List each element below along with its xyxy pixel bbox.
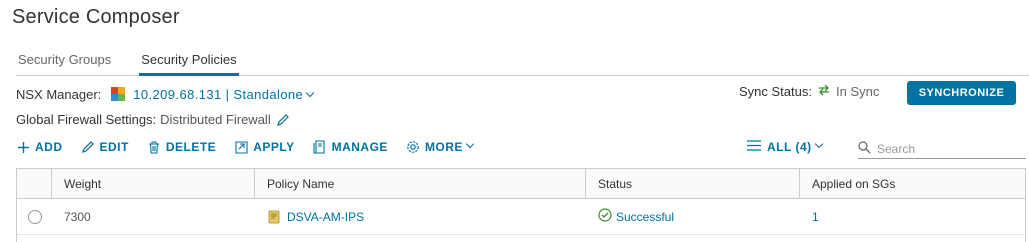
status-cell: Successful <box>586 199 800 234</box>
trash-icon <box>147 140 161 154</box>
add-button[interactable]: ADD <box>16 140 63 154</box>
delete-label: DELETE <box>165 140 217 154</box>
policy-icon <box>267 210 281 224</box>
search-icon <box>858 140 871 157</box>
status-text: Successful <box>616 209 675 224</box>
policy-name-cell: DSVA-AM-IPS <box>255 199 586 234</box>
toolbar: ADD EDIT DELETE APPLY MANAGE MORE <box>16 139 491 154</box>
policies-table: Weight Policy Name Status Applied on SGs… <box>16 168 1026 242</box>
gear-icon <box>406 140 420 154</box>
applied-on-sgs-cell: 1 <box>800 199 1025 234</box>
chevron-down-icon <box>465 139 475 149</box>
page-title: Service Composer <box>12 6 180 28</box>
column-header-weight[interactable]: Weight <box>52 169 255 198</box>
apply-label: APPLY <box>253 140 295 154</box>
applied-on-sgs-link[interactable]: 1 <box>812 210 819 224</box>
manage-button[interactable]: MANAGE <box>313 140 388 154</box>
firewall-settings-label: Global Firewall Settings: <box>16 112 157 127</box>
column-header-policy-name[interactable]: Policy Name <box>255 169 586 198</box>
edit-label: EDIT <box>99 140 129 154</box>
nsx-manager-label: NSX Manager: <box>16 86 102 102</box>
tab-security-groups[interactable]: Security Groups <box>16 46 113 76</box>
more-button[interactable]: MORE <box>406 139 475 154</box>
more-label: MORE <box>424 140 463 154</box>
chevron-down-icon <box>814 139 823 149</box>
row-radio[interactable] <box>27 209 42 224</box>
filter-label: ALL (4) <box>767 140 812 154</box>
apply-icon <box>234 140 248 154</box>
search-box <box>858 139 1026 159</box>
table-header: Weight Policy Name Status Applied on SGs <box>17 169 1025 199</box>
check-circle-icon <box>598 208 612 225</box>
firewall-settings-value: Distributed Firewall <box>160 112 271 127</box>
table-row[interactable]: 7300 DSVA-AM-IPS Successful 1 <box>17 199 1025 235</box>
add-label: ADD <box>35 140 63 154</box>
delete-button[interactable]: DELETE <box>147 140 216 154</box>
sync-icon <box>818 84 830 99</box>
plus-icon <box>16 140 30 154</box>
column-header-applied-on-sgs[interactable]: Applied on SGs <box>800 169 1025 198</box>
nsx-manager-dropdown[interactable]: 10.209.68.131 | Standalone <box>133 86 315 102</box>
search-input[interactable] <box>877 141 1017 156</box>
pencil-icon <box>81 140 95 154</box>
manage-icon <box>313 140 327 154</box>
edit-button[interactable]: EDIT <box>81 140 129 154</box>
policy-name-link[interactable]: DSVA-AM-IPS <box>287 210 364 224</box>
select-column-header <box>17 169 52 198</box>
manage-label: MANAGE <box>331 140 388 154</box>
tab-security-policies[interactable]: Security Policies <box>139 46 239 76</box>
row-select-cell <box>17 199 52 234</box>
apply-button[interactable]: APPLY <box>234 140 294 154</box>
nsx-manager-value: 10.209.68.131 | Standalone <box>133 86 304 102</box>
list-icon <box>747 140 761 154</box>
sync-state: In Sync <box>835 84 880 99</box>
filter-dropdown[interactable]: ALL (4) <box>747 139 823 154</box>
nsx-manager-icon <box>111 87 126 101</box>
tab-bar: Security Groups Security Policies <box>16 46 1029 76</box>
weight-cell: 7300 <box>64 209 91 224</box>
sync-status: Sync Status: In Sync <box>739 84 879 99</box>
column-header-status[interactable]: Status <box>586 169 800 198</box>
sync-status-label: Sync Status: <box>739 84 812 99</box>
firewall-settings-row: Global Firewall Settings: Distributed Fi… <box>16 112 290 127</box>
chevron-down-icon <box>305 88 315 97</box>
synchronize-button[interactable]: SYNCHRONIZE <box>907 81 1016 105</box>
pencil-icon[interactable] <box>276 113 290 127</box>
